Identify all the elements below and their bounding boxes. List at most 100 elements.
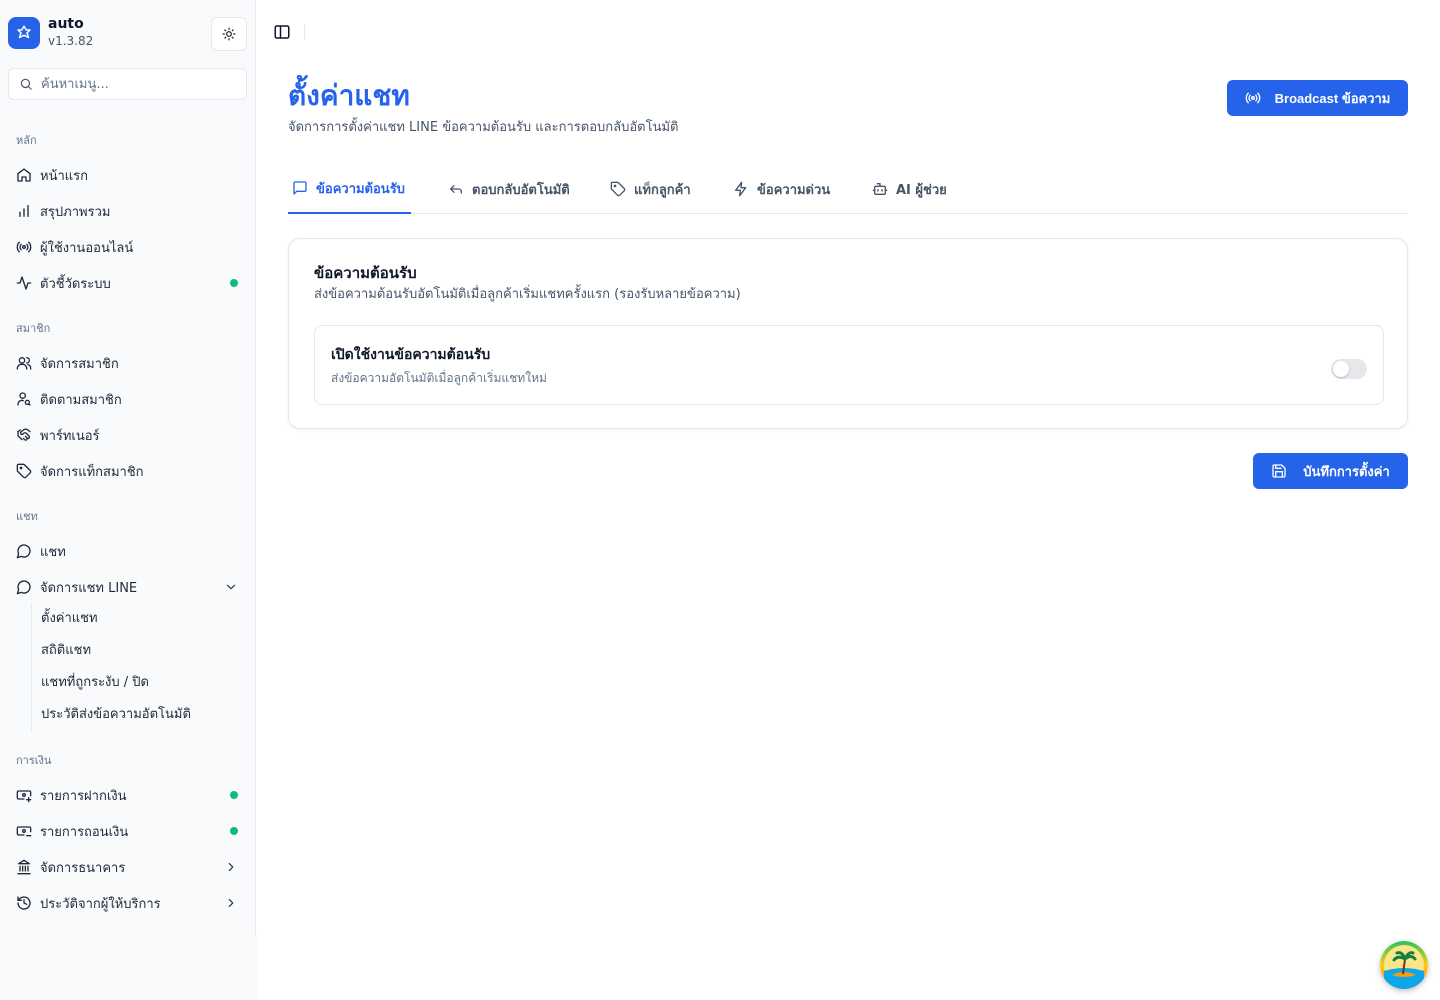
tab-label: แท็กลูกค้า: [634, 182, 691, 198]
sidebar-item-deposits[interactable]: รายการฝากเงิน: [8, 779, 248, 811]
sidebar-item-manage-members[interactable]: จัดการสมาชิก: [8, 347, 248, 379]
sidebar-item-line-chat[interactable]: จัดการแชท LINE: [8, 571, 248, 603]
submenu-item-chat-stats[interactable]: สถิติแชท: [41, 639, 91, 663]
app-version: v1.3.82: [48, 34, 94, 48]
submenu-item-auto-message-history[interactable]: ประวัติส่งข้อความอัตโนมัติ: [41, 703, 191, 727]
tab-label: AI ผู้ช่วย: [896, 182, 947, 198]
island-avatar-icon: [1380, 941, 1428, 989]
sidebar-item-track-members[interactable]: ติดตามสมาชิก: [8, 383, 248, 415]
submenu-item-blocked-chats[interactable]: แชทที่ถูกระงับ / ปิด: [41, 671, 149, 695]
group-label-members: สมาชิก: [16, 322, 51, 335]
sidebar-item-label: หน้าแรก: [40, 168, 88, 184]
chevron-down-icon[interactable]: [224, 580, 238, 594]
broadcast-icon: [1245, 90, 1261, 106]
tag-icon: [16, 463, 32, 479]
handshake-icon: [16, 427, 32, 443]
banknote-out-icon: [16, 823, 32, 839]
landmark-icon: [16, 859, 32, 875]
message-circle-icon: [16, 543, 32, 559]
brand[interactable]: auto v1.3.82: [8, 16, 93, 49]
app-name: auto: [48, 16, 84, 32]
sidebar-item-online-users[interactable]: ผู้ใช้งานออนไลน์: [8, 231, 248, 263]
status-dot: [230, 279, 238, 287]
group-label-finance: การเงิน: [16, 754, 52, 767]
submenu-item-chat-settings[interactable]: ตั้งค่าแชท: [41, 607, 98, 631]
bar-chart-icon: [16, 203, 32, 219]
tab-customer-tags[interactable]: แท็กลูกค้า: [606, 164, 695, 214]
sidebar-toggle-button[interactable]: [272, 22, 292, 42]
home-icon: [16, 167, 32, 183]
broadcast-icon: [16, 239, 32, 255]
chevron-right-icon[interactable]: [224, 896, 238, 910]
sidebar-item-label: พาร์ทเนอร์: [40, 428, 100, 444]
sidebar-item-system-metrics[interactable]: ตัวชี้วัดระบบ: [8, 267, 248, 299]
chevron-right-icon[interactable]: [224, 860, 238, 874]
reply-icon: [448, 181, 464, 197]
sidebar-item-label: รายการถอนเงิน: [40, 824, 129, 840]
zap-icon: [733, 181, 749, 197]
tab-auto-reply[interactable]: ตอบกลับอัตโนมัติ: [444, 164, 574, 214]
save-button-label: บันทึกการตั้งค่า: [1303, 463, 1390, 479]
welcome-enable-switch[interactable]: [1331, 359, 1367, 379]
sidebar-item-label: สรุปภาพรวม: [40, 204, 111, 220]
broadcast-button[interactable]: Broadcast ข้อความ: [1227, 80, 1408, 116]
welcome-toggle-row: เปิดใช้งานข้อความต้อนรับ ส่งข้อความอัตโน…: [314, 325, 1384, 405]
theme-toggle-button[interactable]: [211, 17, 247, 51]
search-input[interactable]: [41, 76, 231, 92]
chat-widget-avatar-button[interactable]: [1380, 941, 1428, 989]
sidebar-item-banks[interactable]: จัดการธนาคาร: [8, 851, 248, 883]
sidebar-footer-area: [0, 935, 258, 1000]
topbar-divider: [304, 24, 305, 40]
save-settings-button[interactable]: บันทึกการตั้งค่า: [1253, 453, 1408, 489]
sidebar-item-label: ตัวชี้วัดระบบ: [40, 276, 111, 292]
sidebar-item-home[interactable]: หน้าแรก: [8, 159, 248, 191]
sidebar-item-label: ประวัติจากผู้ให้บริการ: [40, 896, 161, 912]
brand-logo-icon: [8, 16, 40, 49]
sidebar: auto v1.3.82 หลัก หน้าแรก สรุปภาพรวม ผู้…: [0, 0, 256, 935]
tab-label: ตอบกลับอัตโนมัติ: [472, 182, 570, 198]
tab-label: ข้อความต้อนรับ: [316, 181, 405, 197]
sidebar-item-label: จัดการแท็กสมาชิก: [40, 464, 144, 480]
sidebar-item-label: จัดการธนาคาร: [40, 860, 126, 876]
submenu-guide-line: [31, 603, 32, 731]
toggle-description: ส่งข้อความอัตโนมัติเมื่อลูกค้าเริ่มแชทให…: [331, 371, 547, 385]
users-icon: [16, 355, 32, 371]
tab-ai-assistant[interactable]: AI ผู้ช่วย: [868, 164, 951, 214]
user-search-icon: [16, 391, 32, 407]
message-square-icon: [292, 180, 308, 196]
group-label-main: หลัก: [16, 134, 37, 147]
tab-label: ข้อความด่วน: [757, 182, 831, 198]
tab-quick-messages[interactable]: ข้อความด่วน: [729, 164, 834, 214]
sidebar-item-overview[interactable]: สรุปภาพรวม: [8, 195, 248, 227]
page-subtitle: จัดการการตั้งค่าแชท LINE ข้อความต้อนรับ …: [288, 120, 679, 135]
banknote-in-icon: [16, 787, 32, 803]
tab-welcome-message[interactable]: ข้อความต้อนรับ: [288, 164, 411, 214]
tag-icon: [610, 181, 626, 197]
history-icon: [16, 895, 32, 911]
save-icon: [1271, 463, 1287, 479]
sidebar-item-label: จัดการแชท LINE: [40, 580, 138, 596]
sidebar-item-label: รายการฝากเงิน: [40, 788, 127, 804]
status-dot: [230, 827, 238, 835]
sidebar-item-provider-history[interactable]: ประวัติจากผู้ให้บริการ: [8, 887, 248, 919]
card-description: ส่งข้อความต้อนรับอัตโนมัติเมื่อลูกค้าเริ…: [314, 287, 741, 302]
sidebar-item-partners[interactable]: พาร์ทเนอร์: [8, 419, 248, 451]
card-title: ข้อความต้อนรับ: [314, 264, 417, 282]
bot-icon: [872, 181, 888, 197]
welcome-message-card: ข้อความต้อนรับ ส่งข้อความต้อนรับอัตโนมัต…: [288, 238, 1408, 429]
sidebar-item-member-tags[interactable]: จัดการแท็กสมาชิก: [8, 455, 248, 487]
search-icon: [19, 77, 33, 91]
sun-icon: [222, 27, 236, 41]
sidebar-item-label: ติดตามสมาชิก: [40, 392, 122, 408]
sidebar-item-chat[interactable]: แชท: [8, 535, 248, 567]
switch-knob: [1333, 361, 1349, 377]
page-title: ตั้งค่าแชท: [288, 79, 410, 112]
sidebar-item-label: ผู้ใช้งานออนไลน์: [40, 240, 134, 256]
group-label-chat: แชท: [16, 510, 38, 523]
panel-left-icon: [273, 23, 291, 41]
activity-icon: [16, 275, 32, 291]
message-circle-icon: [16, 579, 32, 595]
status-dot: [230, 791, 238, 799]
sidebar-item-withdrawals[interactable]: รายการถอนเงิน: [8, 815, 248, 847]
toggle-title: เปิดใช้งานข้อความต้อนรับ: [331, 347, 491, 363]
